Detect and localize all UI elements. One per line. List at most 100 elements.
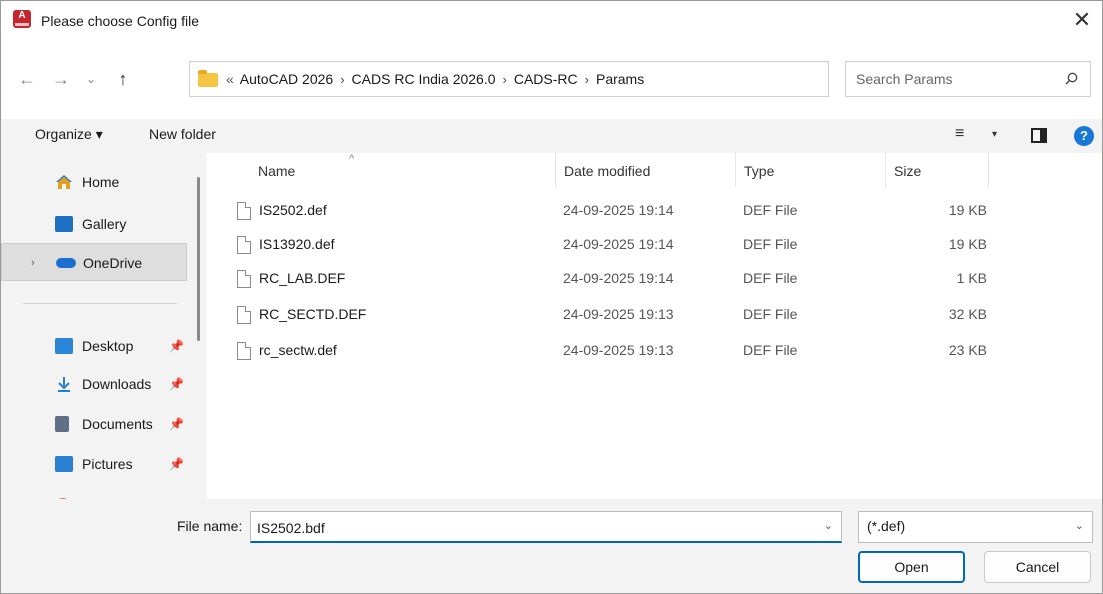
column-divider[interactable] bbox=[988, 153, 989, 187]
breadcrumb-separator[interactable]: › bbox=[340, 72, 344, 87]
file-type: DEF File bbox=[743, 342, 798, 358]
organize-menu-button[interactable]: Organize ▾ bbox=[35, 126, 103, 143]
window-title: Please choose Config file bbox=[41, 13, 199, 29]
file-name: IS13920.def bbox=[259, 236, 335, 252]
sidebar-item-label: Gallery bbox=[82, 216, 127, 232]
help-icon[interactable]: ? bbox=[1074, 126, 1094, 146]
sidebar-item-label: Pictures bbox=[82, 456, 133, 472]
pin-icon[interactable]: 📌 bbox=[169, 445, 184, 483]
new-folder-button[interactable]: New folder bbox=[149, 126, 216, 142]
file-size: 19 KB bbox=[948, 202, 987, 218]
file-name: RC_LAB.DEF bbox=[259, 270, 346, 286]
dialog-footer: File name: ⌄ (*.def) ⌄ Open Cancel bbox=[1, 499, 1102, 593]
pictures-icon bbox=[55, 456, 73, 472]
sidebar-item-gallery[interactable]: Gallery bbox=[23, 205, 187, 243]
sidebar-item-partial[interactable] bbox=[23, 487, 187, 499]
recent-locations-chevron-icon[interactable]: ⌄ bbox=[79, 67, 103, 91]
autocad-app-icon: A bbox=[13, 10, 31, 28]
column-header-size[interactable]: Size bbox=[894, 163, 921, 179]
breadcrumb-item[interactable]: AutoCAD 2026 bbox=[240, 71, 333, 87]
up-arrow-icon[interactable]: ↑ bbox=[111, 67, 135, 91]
file-row[interactable]: IS13920.def 24-09-2025 19:14 DEF File 19… bbox=[233, 229, 993, 263]
navigation-pane: Home Gallery › OneDrive Desktop 📌 Downlo… bbox=[1, 153, 207, 499]
file-size: 1 KB bbox=[956, 270, 987, 286]
pin-icon[interactable]: 📌 bbox=[169, 365, 184, 403]
sidebar-item-downloads[interactable]: Downloads 📌 bbox=[23, 365, 187, 403]
breadcrumb-item[interactable]: Params bbox=[596, 71, 644, 87]
gallery-icon bbox=[55, 216, 73, 232]
file-type: DEF File bbox=[743, 270, 798, 286]
preview-pane-icon[interactable] bbox=[1031, 128, 1047, 143]
column-divider[interactable] bbox=[735, 153, 736, 187]
file-name: rc_sectw.def bbox=[259, 342, 337, 358]
sidebar-scrollbar[interactable] bbox=[197, 177, 200, 341]
search-input[interactable] bbox=[856, 69, 1046, 89]
breadcrumb-overflow[interactable]: « bbox=[226, 71, 234, 87]
file-type: DEF File bbox=[743, 202, 798, 218]
download-icon bbox=[58, 377, 70, 392]
column-header-type[interactable]: Type bbox=[744, 163, 774, 179]
file-type: DEF File bbox=[743, 306, 798, 322]
search-icon[interactable] bbox=[1065, 72, 1078, 85]
navigation-bar: ← → ⌄ ↑ « AutoCAD 2026 › CADS RC India 2026… bbox=[1, 51, 1102, 109]
forward-arrow-icon[interactable]: → bbox=[49, 67, 73, 91]
file-type-value: (*.def) bbox=[867, 518, 906, 534]
file-name: IS2502.def bbox=[259, 202, 327, 218]
file-icon bbox=[237, 270, 251, 288]
sidebar-item-label: Home bbox=[82, 174, 120, 190]
file-type-dropdown-icon[interactable]: ⌄ bbox=[1075, 519, 1084, 532]
column-header-name[interactable]: Name bbox=[258, 163, 295, 179]
address-bar[interactable]: « AutoCAD 2026 › CADS RC India 2026.0 › CADS-… bbox=[189, 61, 1007, 97]
back-arrow-icon[interactable]: ← bbox=[15, 67, 39, 91]
sidebar-item-label: Downloads bbox=[82, 376, 152, 392]
cancel-button[interactable]: Cancel bbox=[984, 551, 1091, 583]
file-type-select[interactable]: (*.def) ⌄ bbox=[858, 511, 1093, 543]
view-dropdown-icon[interactable]: ▾ bbox=[992, 129, 997, 140]
breadcrumb-item[interactable]: CADS RC India 2026.0 bbox=[352, 71, 496, 87]
close-icon[interactable]: ✕ bbox=[1068, 7, 1096, 35]
column-header-date[interactable]: Date modified bbox=[564, 163, 650, 179]
search-box[interactable] bbox=[845, 61, 1091, 97]
sidebar-item-documents[interactable]: Documents 📌 bbox=[23, 405, 187, 443]
pin-icon[interactable]: 📌 bbox=[169, 405, 184, 443]
file-name: RC_SECTD.DEF bbox=[259, 306, 367, 322]
file-name-combobox[interactable]: ⌄ bbox=[250, 511, 842, 543]
sidebar-item-pictures[interactable]: Pictures 📌 bbox=[23, 445, 187, 483]
file-size: 32 KB bbox=[948, 306, 987, 322]
command-toolbar: Organize ▾ New folder ≡ ▾ ? bbox=[1, 119, 1102, 153]
file-icon bbox=[237, 202, 251, 220]
onedrive-icon bbox=[56, 258, 76, 268]
file-type: DEF File bbox=[743, 236, 798, 252]
sidebar-divider bbox=[23, 303, 177, 304]
file-name-dropdown-icon[interactable]: ⌄ bbox=[824, 519, 833, 532]
breadcrumb-separator[interactable]: › bbox=[585, 72, 589, 87]
documents-icon bbox=[55, 416, 69, 432]
desktop-icon bbox=[55, 338, 73, 354]
file-row[interactable]: RC_LAB.DEF 24-09-2025 19:14 DEF File 1 K… bbox=[233, 263, 993, 297]
title-bar: A Please choose Config file ✕ bbox=[1, 1, 1102, 41]
open-button[interactable]: Open bbox=[858, 551, 965, 583]
column-divider[interactable] bbox=[885, 153, 886, 187]
expand-chevron-icon[interactable]: › bbox=[31, 244, 35, 282]
file-row[interactable]: rc_sectw.def 24-09-2025 19:13 DEF File 2… bbox=[233, 335, 993, 369]
file-icon bbox=[237, 342, 251, 360]
file-name-input[interactable] bbox=[257, 518, 807, 538]
sidebar-item-label: Desktop bbox=[82, 338, 134, 354]
sidebar-item-label: Documents bbox=[82, 416, 153, 432]
sidebar-item-desktop[interactable]: Desktop 📌 bbox=[23, 327, 187, 365]
file-icon bbox=[237, 236, 251, 254]
sidebar-item-onedrive[interactable]: › OneDrive bbox=[1, 243, 187, 281]
sidebar-item-home[interactable]: Home bbox=[23, 163, 187, 201]
home-icon bbox=[56, 175, 72, 189]
breadcrumb-item[interactable]: CADS-RC bbox=[514, 71, 578, 87]
breadcrumb-separator[interactable]: › bbox=[503, 72, 507, 87]
column-divider[interactable] bbox=[555, 153, 556, 187]
file-date: 24-09-2025 19:13 bbox=[563, 342, 674, 358]
pin-icon[interactable]: 📌 bbox=[169, 327, 184, 365]
file-icon bbox=[237, 306, 251, 324]
breadcrumb: « AutoCAD 2026 › CADS RC India 2026.0 › CADS-… bbox=[226, 62, 644, 96]
file-row[interactable]: RC_SECTD.DEF 24-09-2025 19:13 DEF File 3… bbox=[233, 299, 993, 333]
file-size: 19 KB bbox=[948, 236, 987, 252]
file-row[interactable]: IS2502.def 24-09-2025 19:14 DEF File 19 … bbox=[233, 195, 993, 229]
view-options-icon[interactable]: ≡ bbox=[955, 125, 964, 143]
